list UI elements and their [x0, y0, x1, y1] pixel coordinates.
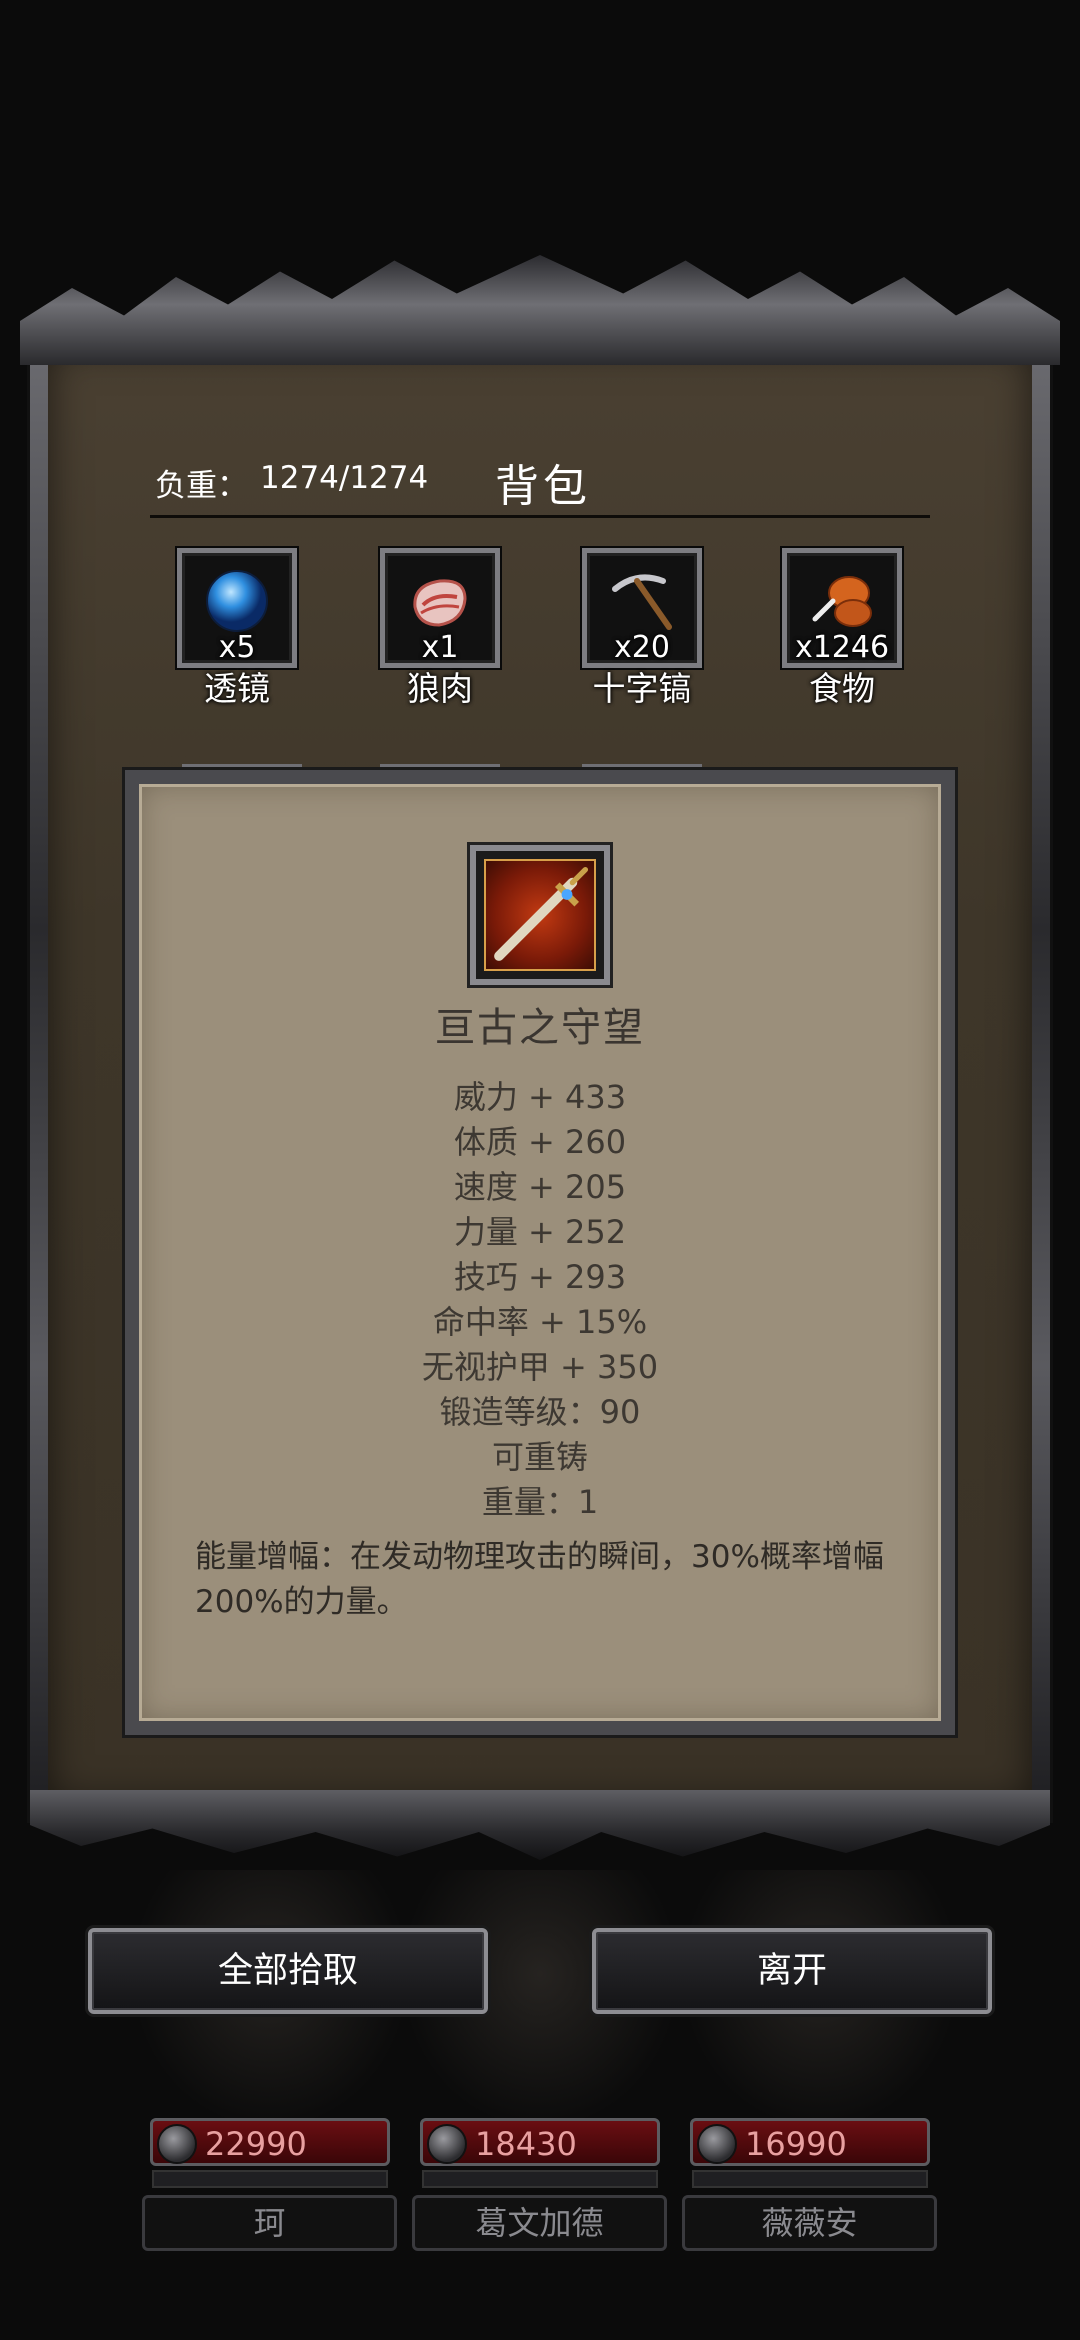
item-slot-lens[interactable]: x5 — [177, 548, 297, 668]
weight-label: 负重： — [155, 468, 248, 504]
party-member-name[interactable]: 葛文加德 — [412, 2195, 667, 2251]
party-energy-bar — [422, 2170, 658, 2188]
party-member-name[interactable]: 珂 — [142, 2195, 397, 2251]
stat-line: 可重铸 — [491, 1438, 588, 1476]
stat-line: 威力 + 433 — [453, 1078, 627, 1116]
party-hp-bar: 16990 — [690, 2118, 930, 2166]
item-name: 狼肉 — [407, 669, 473, 708]
item-title: 亘古之守望 — [435, 1005, 645, 1051]
hp-orb-icon — [697, 2124, 737, 2164]
hp-orb-icon — [157, 2124, 197, 2164]
item-count: x5 — [218, 630, 256, 665]
hp-value: 18430 — [475, 2125, 577, 2163]
stat-line: 速度 + 205 — [453, 1168, 627, 1206]
page-title: 背包 — [495, 461, 591, 512]
party-hp-bar: 22990 — [150, 2118, 390, 2166]
food-drumstick-icon — [812, 576, 872, 627]
party-energy-bar — [152, 2170, 388, 2188]
stat-line: 体质 + 260 — [453, 1123, 627, 1161]
item-slot-food[interactable]: x1246 — [782, 548, 902, 668]
item-description: 能量增幅：在发动物理攻击的瞬间，30%概率增幅200%的力量。 — [195, 1539, 884, 1620]
stat-line: 无视护甲 + 350 — [421, 1348, 659, 1386]
panel-top-ornament — [20, 255, 1060, 365]
stat-line: 命中率 + 15% — [432, 1303, 648, 1341]
item-slot-pickaxe[interactable]: x20 — [582, 548, 702, 668]
lens-orb-icon — [206, 570, 268, 632]
backpack-header: 负重： 1274/1274 背包 — [150, 440, 930, 518]
popup-item-slot — [470, 845, 610, 985]
item-slot-wolf-meat[interactable]: x1 — [380, 548, 500, 668]
pickaxe-icon — [612, 574, 672, 630]
stat-line: 锻造等级：90 — [439, 1393, 641, 1431]
stat-line: 力量 + 252 — [453, 1213, 627, 1251]
stat-line: 技巧 + 293 — [453, 1258, 627, 1296]
sword-icon — [494, 866, 589, 961]
item-count: x20 — [614, 630, 670, 665]
item-name: 透镜 — [204, 669, 270, 708]
wolf-meat-icon — [413, 579, 467, 627]
panel-bottom-ornament — [30, 1790, 1050, 1860]
stat-line: 重量：1 — [481, 1483, 599, 1521]
hp-value: 16990 — [745, 2125, 847, 2163]
weight-value: 1274/1274 — [260, 460, 429, 496]
item-count: x1 — [421, 630, 459, 665]
hp-orb-icon — [427, 2124, 467, 2164]
party-member-name[interactable]: 薇薇安 — [682, 2195, 937, 2251]
party-energy-bar — [692, 2170, 928, 2188]
hp-value: 22990 — [205, 2125, 307, 2163]
pickup-all-button[interactable]: 全部拾取 — [88, 1928, 488, 2014]
item-count: x1246 — [794, 630, 890, 665]
item-name: 十字镐 — [592, 669, 692, 708]
leave-button[interactable]: 离开 — [592, 1928, 992, 2014]
party-hp-bar: 18430 — [420, 2118, 660, 2166]
item-name: 食物 — [809, 669, 875, 708]
item-stats: 威力 + 433 体质 + 260 速度 + 205 力量 + 252 技巧 +… — [0, 1075, 1080, 1525]
